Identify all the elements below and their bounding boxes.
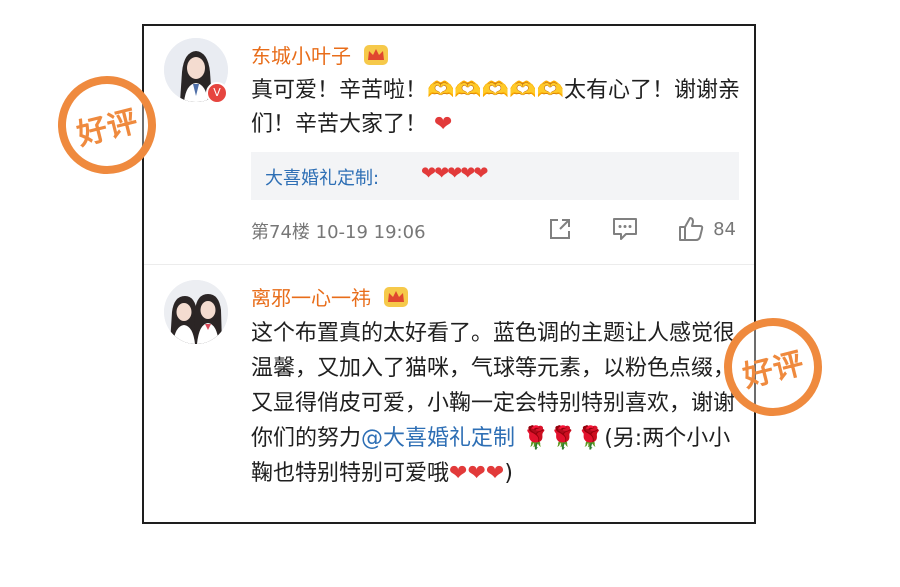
reply-text: ❤❤❤❤❤ — [421, 163, 488, 184]
reply-separator: : — [373, 168, 380, 189]
share-icon — [550, 219, 571, 239]
like-count: 84 — [713, 218, 736, 240]
thumbs-up-icon — [679, 217, 704, 241]
comment-text: 这个布置真的太好看了。蓝色调的主题让人感觉很温馨，又加入了猫咪，气球等元素，以粉… — [251, 316, 741, 491]
comment-icon — [613, 218, 638, 240]
comment-button[interactable] — [611, 216, 639, 242]
heart-emoji: ❤❤❤ — [449, 461, 505, 486]
username[interactable]: 东城小叶子 — [251, 40, 389, 71]
comment-meta: 第74楼 10-19 19:06 — [251, 222, 426, 243]
comment-text-part: 真可爱！辛苦啦！ — [251, 78, 428, 103]
username-text[interactable]: 东城小叶子 — [251, 44, 351, 68]
username[interactable]: 离邪一心一祎 — [251, 282, 409, 313]
comments-panel: V 东城小叶子 真可爱！辛苦啦！🫶🫶🫶🫶🫶太有心了！谢谢亲们！辛苦大家了！ ❤ … — [142, 24, 756, 524]
stamp-text: 好评 — [739, 345, 809, 395]
reply-box[interactable]: 大喜婚礼定制: ❤❤❤❤❤ — [251, 152, 739, 200]
comment-item: 离邪一心一祎 这个布置真的太好看了。蓝色调的主题让人感觉很温馨，又加入了猫咪，气… — [144, 264, 754, 522]
comment-item: V 东城小叶子 真可爱！辛苦啦！🫶🫶🫶🫶🫶太有心了！谢谢亲们！辛苦大家了！ ❤ … — [144, 26, 754, 265]
comment-text-part: ) — [504, 461, 513, 486]
stamp-text: 好评 — [73, 103, 143, 153]
verified-v-icon: V — [206, 82, 228, 104]
crown-badge-icon[interactable] — [383, 286, 409, 313]
avatar-two-girls-icon — [164, 280, 228, 344]
comment-text: 真可爱！辛苦啦！🫶🫶🫶🫶🫶太有心了！谢谢亲们！辛苦大家了！ ❤ — [251, 74, 741, 142]
crown-badge-icon[interactable] — [363, 44, 389, 71]
comment-actions: 84 — [509, 214, 736, 244]
rose-emoji: 🌹🌹🌹 — [522, 426, 605, 451]
mention-link[interactable]: @大喜婚礼定制 — [361, 426, 515, 451]
like-button[interactable]: 84 — [677, 215, 736, 243]
heart-hands-emoji: 🫶🫶🫶🫶🫶 — [427, 78, 564, 103]
heart-emoji: ❤ — [434, 112, 453, 137]
username-text[interactable]: 离邪一心一祎 — [251, 286, 371, 310]
share-button[interactable] — [547, 216, 573, 242]
reply-username-text[interactable]: 大喜婚礼定制 — [265, 168, 373, 189]
avatar[interactable] — [164, 280, 228, 344]
reply-username[interactable]: 大喜婚礼定制: — [265, 164, 379, 190]
